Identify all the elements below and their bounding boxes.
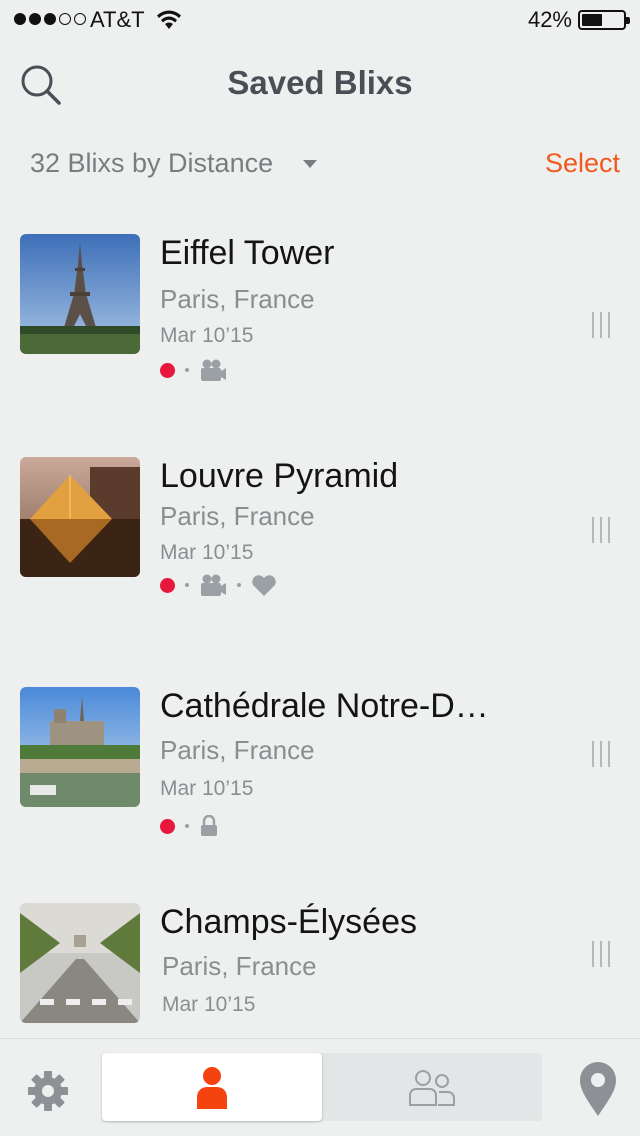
page-title: Saved Blixs bbox=[227, 64, 413, 101]
recording-dot bbox=[160, 362, 175, 378]
tab-friends[interactable] bbox=[322, 1053, 542, 1121]
video-camera-icon bbox=[201, 574, 226, 596]
item-title: Champs-Élysées bbox=[160, 903, 417, 941]
people-icon bbox=[409, 1070, 455, 1106]
drag-handle-icon[interactable] bbox=[592, 312, 610, 338]
list-item[interactable]: Louvre Pyramid Paris, France Mar 10’15 bbox=[0, 457, 640, 657]
lock-icon bbox=[201, 815, 217, 836]
thumbnail-image bbox=[20, 687, 140, 807]
drag-handle-icon[interactable] bbox=[592, 741, 610, 767]
recording-dot bbox=[160, 818, 175, 834]
item-title: Louvre Pyramid bbox=[160, 457, 399, 495]
item-badges bbox=[160, 573, 277, 597]
list-item[interactable]: Eiffel Tower Paris, France Mar 10’15 bbox=[0, 234, 640, 434]
wifi-icon bbox=[157, 10, 181, 29]
person-icon bbox=[197, 1067, 227, 1109]
tab-segment bbox=[102, 1053, 542, 1121]
battery-percent: 42% bbox=[527, 7, 572, 32]
item-title: Eiffel Tower bbox=[160, 234, 335, 272]
item-location: Paris, France bbox=[160, 735, 315, 765]
gear-icon[interactable] bbox=[22, 1065, 74, 1117]
thumbnail-image bbox=[20, 903, 140, 1023]
item-date: Mar 10’15 bbox=[160, 541, 254, 564]
battery-icon bbox=[578, 10, 630, 30]
drag-handle-icon[interactable] bbox=[592, 517, 610, 543]
video-camera-icon bbox=[201, 359, 226, 381]
thumbnail-image bbox=[20, 234, 140, 354]
recording-dot bbox=[160, 577, 175, 593]
status-bar: AT&T 42% bbox=[0, 0, 640, 40]
item-title: Cathédrale Notre-D… bbox=[160, 687, 489, 725]
item-badges bbox=[160, 815, 219, 837]
heart-icon bbox=[252, 575, 276, 596]
tab-bar bbox=[0, 1038, 640, 1136]
item-location: Paris, France bbox=[160, 501, 315, 531]
chevron-down-icon[interactable] bbox=[303, 160, 317, 168]
tab-me[interactable] bbox=[102, 1053, 322, 1121]
sort-dropdown[interactable]: 32 Blixs by Distance bbox=[30, 148, 273, 179]
drag-handle-icon[interactable] bbox=[592, 941, 610, 967]
signal-strength-icon bbox=[14, 13, 86, 25]
thumbnail-image bbox=[20, 457, 140, 577]
map-pin-icon[interactable] bbox=[578, 1061, 618, 1117]
select-button[interactable]: Select bbox=[545, 148, 620, 179]
item-date: Mar 10’15 bbox=[160, 324, 254, 347]
item-date: Mar 10’15 bbox=[160, 777, 254, 800]
item-location: Paris, France bbox=[162, 951, 317, 981]
carrier-name: AT&T bbox=[90, 7, 145, 32]
item-date: Mar 10’15 bbox=[162, 993, 256, 1016]
list-item[interactable]: Cathédrale Notre-D… Paris, France Mar 10… bbox=[0, 687, 640, 887]
item-badges bbox=[160, 358, 227, 382]
item-location: Paris, France bbox=[160, 284, 315, 314]
